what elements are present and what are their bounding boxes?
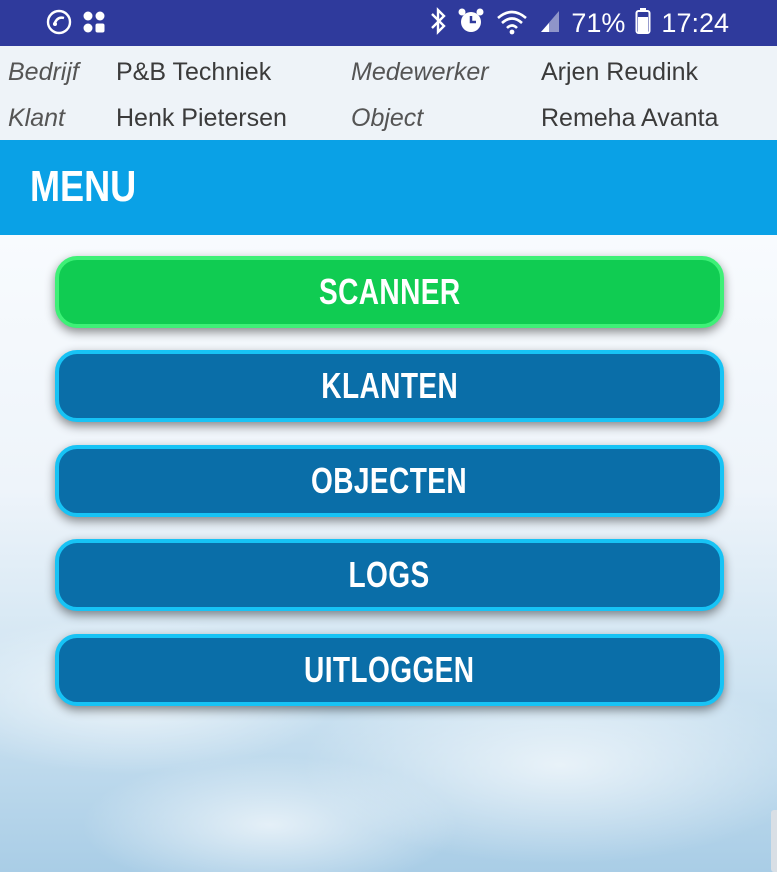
menu-bar: MENU <box>0 140 777 235</box>
klanten-button[interactable]: KLANTEN <box>55 350 724 422</box>
scroll-indicator[interactable] <box>771 810 777 872</box>
scanner-button-label: SCANNER <box>318 271 461 312</box>
klanten-button-label: KLANTEN <box>321 365 458 406</box>
info-header: Bedrijf P&B Techniek Medewerker Arjen Re… <box>0 46 777 140</box>
objecten-button[interactable]: OBJECTEN <box>55 445 724 517</box>
signal-icon <box>539 8 561 39</box>
logs-button[interactable]: LOGS <box>55 539 724 611</box>
company-label: Bedrijf <box>8 58 79 86</box>
logs-button-label: LOGS <box>348 554 431 595</box>
battery-icon <box>635 7 651 40</box>
battery-percent: 71% <box>571 8 626 38</box>
uitloggen-button[interactable]: UITLOGGEN <box>55 634 724 706</box>
employee-value: Arjen Reudink <box>541 58 699 86</box>
alarm-icon <box>457 7 485 40</box>
uitloggen-button-label: UITLOGGEN <box>304 649 475 690</box>
employee-label: Medewerker <box>351 58 489 86</box>
client-label: Klant <box>8 104 65 132</box>
bluetooth-icon <box>429 7 447 40</box>
wifi-icon <box>495 7 529 40</box>
client-value: Henk Pietersen <box>116 104 287 132</box>
company-value: P&B Techniek <box>116 58 272 86</box>
object-label: Object <box>351 104 424 132</box>
phone-cycle-icon <box>46 9 72 40</box>
page-title: MENU <box>30 162 137 211</box>
apps-icon <box>82 10 106 39</box>
status-bar: 71% 17:24 <box>0 0 777 46</box>
scanner-button[interactable]: SCANNER <box>55 256 724 328</box>
object-value: Remeha Avanta <box>541 104 719 132</box>
objecten-button-label: OBJECTEN <box>311 460 468 501</box>
clock: 17:24 <box>661 8 729 38</box>
